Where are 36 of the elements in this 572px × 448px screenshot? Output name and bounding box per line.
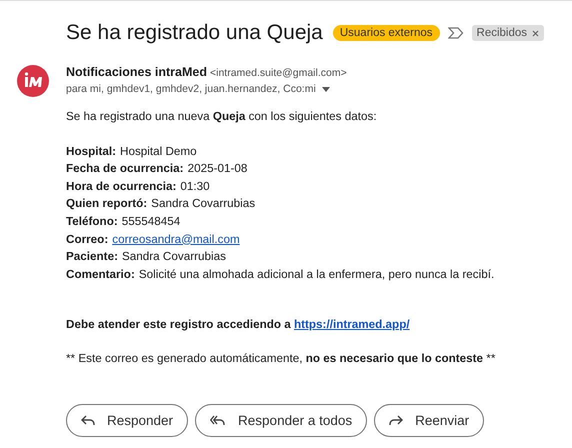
reply-all-icon [210, 414, 226, 426]
reply-button[interactable]: Responder [66, 404, 188, 437]
field-label: Fecha de ocurrencia: [66, 161, 184, 178]
recipients-text: para mi, gmhdev1, gmhdev2, juan.hernandez, Cco:mi [66, 83, 316, 95]
field-label: Teléfono: [66, 214, 118, 230]
forward-icon [389, 414, 404, 426]
field-value: Solicité una almohada adicional a la enfermera, pero nunca la recibí. [138, 266, 494, 283]
importance-marker-icon[interactable] [448, 27, 464, 39]
field-label: Comentario: [66, 266, 135, 283]
field-value: 01:30 [180, 178, 210, 195]
reply-icon [81, 414, 95, 426]
field-label: Correo: [66, 232, 108, 248]
reply-button[interactable]: Responder a todos [195, 404, 368, 437]
field-label: Hospital: [66, 144, 116, 160]
field-value: 2025-01-08 [188, 161, 248, 178]
field-value: Hospital Demo [120, 144, 197, 160]
field-label: Quien reportó: [66, 196, 148, 212]
footer-note: ** Este correo es generado automáticamente, no es necesario que lo conteste ** [66, 350, 496, 367]
reply-button[interactable]: Reenviar [374, 404, 484, 437]
label-chip[interactable]: Usuarios externos [332, 25, 440, 41]
app-link[interactable]: https://intramed.app/ [294, 318, 410, 332]
field-value: Sandra Covarrubias [151, 196, 256, 212]
email-subject: Se ha registrado una Queja [66, 21, 323, 45]
intro-text: Se ha registrado una nueva Queja con los siguientes datos: [66, 109, 378, 125]
sender-name: Notificaciones intraMed [66, 65, 207, 79]
field-label: Hora de ocurrencia: [66, 178, 176, 195]
email-link[interactable]: correosandra@mail.com [112, 230, 240, 248]
close-icon[interactable] [532, 30, 540, 36]
sender-email: <intramed.suite@gmail.com> [210, 67, 347, 79]
label-chip[interactable]: Recibidos [472, 25, 544, 41]
field-label: Paciente: [66, 249, 118, 266]
field-value: 555548454 [122, 214, 180, 230]
field-value: Sandra Covarrubias [122, 249, 226, 266]
action-text: Debe atender este registro accediendo a [66, 318, 291, 332]
logo-icon [17, 65, 49, 97]
dropdown-icon[interactable] [322, 86, 330, 92]
